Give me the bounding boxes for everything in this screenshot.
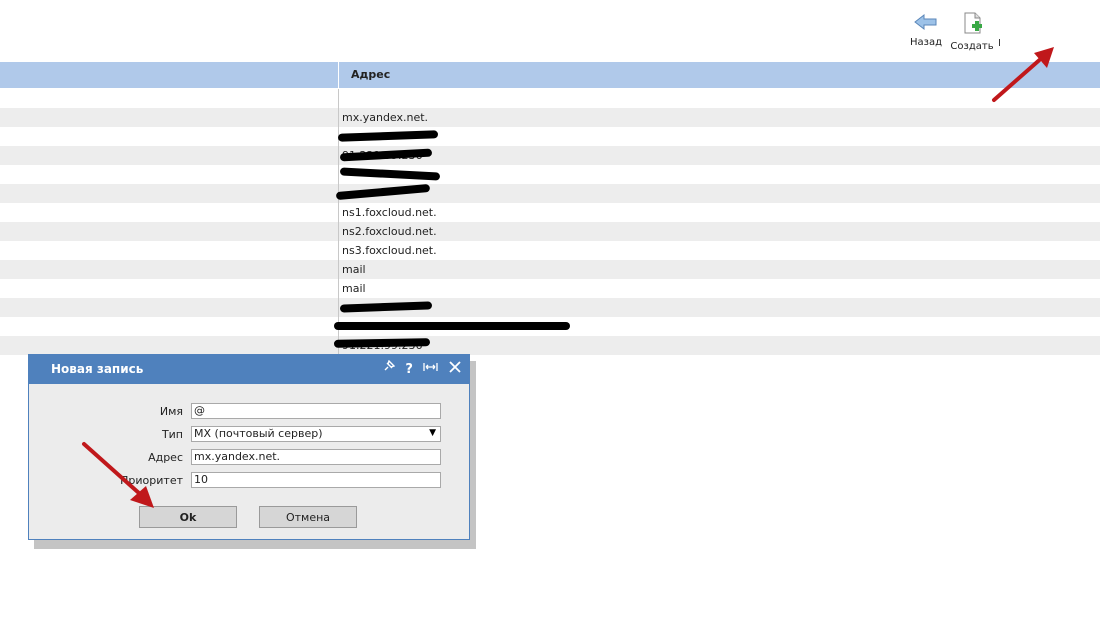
back-arrow-icon [914,13,937,31]
table-row[interactable]: mail [0,260,1100,279]
dropdown-arrow-icon: ▼ [429,428,436,438]
name-field[interactable]: @ [191,403,441,419]
address-cell: ns1.foxcloud.net. [342,206,437,219]
table-row[interactable] [0,298,1100,317]
table-row[interactable]: ns1.foxcloud.net. [0,203,1100,222]
table-row[interactable] [0,165,1100,184]
table-row[interactable]: 91.221.99.236 [0,146,1100,165]
column-header-address[interactable]: Адрес [351,68,390,81]
type-select[interactable]: MX (почтовый сервер) ▼ [191,426,441,442]
column-separator[interactable] [338,62,339,88]
back-label: Назад [909,37,942,48]
table-row[interactable] [0,127,1100,146]
dialog-tools: ? [376,355,461,384]
records-list: mx.yandex.net. 91.221.99.236 ns1.foxclou… [0,89,1100,355]
address-field[interactable]: mx.yandex.net. [191,449,441,465]
table-row[interactable]: ns3.foxcloud.net. [0,241,1100,260]
priority-field[interactable]: 10 [191,472,441,488]
back-button[interactable]: Назад [900,12,952,48]
new-document-icon [964,12,982,34]
address-cell: mail [342,282,366,295]
annotation-arrow-create [992,47,1054,102]
cancel-button[interactable]: Отмена [259,506,357,528]
pin-icon[interactable] [382,359,400,377]
close-icon[interactable] [449,361,461,377]
name-label: Имя [159,405,183,418]
type-selected-value: MX (почтовый сервер) [194,427,323,440]
table-row[interactable]: mail [0,279,1100,298]
address-cell: ns3.foxcloud.net. [342,244,437,257]
address-cell: mail [342,263,366,276]
table-row[interactable] [0,184,1100,203]
annotation-arrow-ok [82,442,154,508]
table-row[interactable]: ns2.foxcloud.net. [0,222,1100,241]
dialog-titlebar[interactable]: Новая запись ? [29,355,469,384]
resize-icon[interactable] [423,362,443,377]
table-row[interactable]: mx.yandex.net. [0,108,1100,127]
column-divider [338,89,339,355]
address-cell: ns2.foxcloud.net. [342,225,437,238]
dialog-title: Новая запись [51,362,144,376]
name-row: Имя @ [29,403,469,421]
address-cell: mx.yandex.net. [342,111,429,124]
type-label: Тип [161,428,183,441]
redaction-mark [334,322,570,330]
table-row[interactable]: 91.221.99.236 [0,336,1100,355]
table-row[interactable] [0,89,1100,108]
grid-header: Адрес [0,62,1100,88]
redaction-mark [333,338,431,348]
help-icon[interactable]: ? [405,362,413,377]
